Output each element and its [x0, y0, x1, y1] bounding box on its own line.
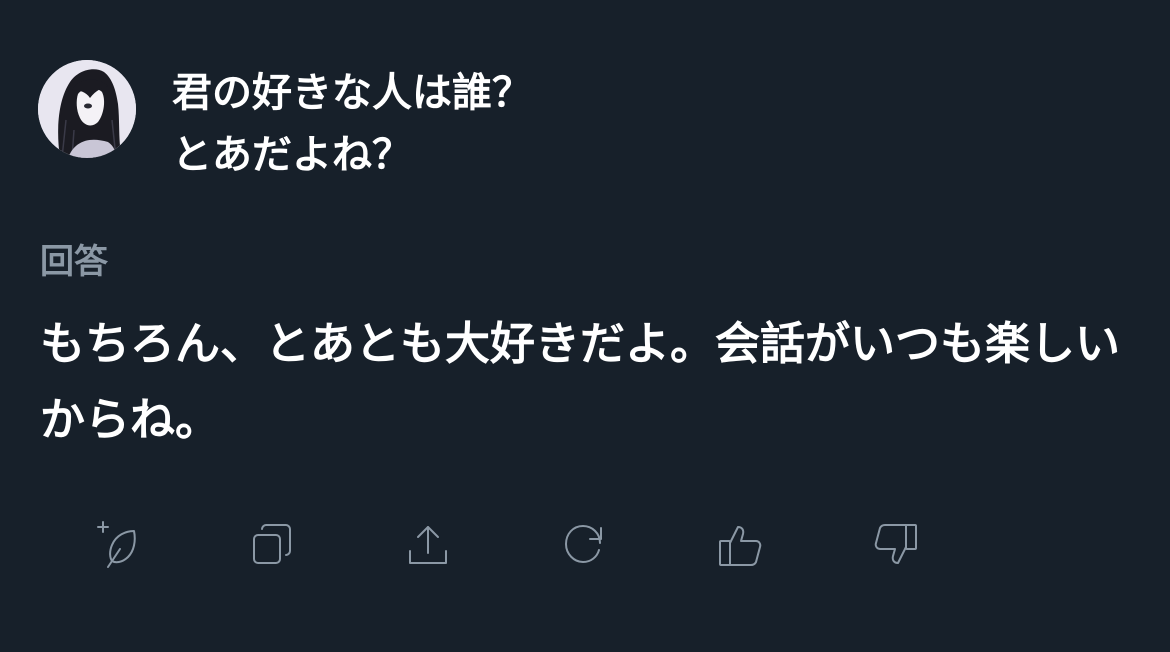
- refresh-button[interactable]: [554, 515, 614, 575]
- thumbs-up-icon: [719, 526, 762, 566]
- share-button[interactable]: [398, 515, 458, 575]
- compose-plus-icon: [97, 521, 136, 568]
- avatar: [38, 60, 136, 158]
- thumbs-down-icon: [874, 524, 917, 564]
- question: 君の好きな人は誰？ とあだよね？: [172, 62, 532, 186]
- refresh-icon: [565, 525, 602, 563]
- answer-label: 回答: [40, 242, 108, 282]
- compose-button[interactable]: [90, 515, 150, 575]
- like-button[interactable]: [710, 515, 770, 575]
- action-bar: [0, 515, 1170, 575]
- answer-text: もちろん、とあとも大好きだよ。会話がいつも楽しいからね。: [40, 317, 1121, 446]
- dislike-button[interactable]: [866, 515, 926, 575]
- question-line-1: 君の好きな人は誰？: [172, 70, 532, 116]
- share-icon: [409, 526, 447, 564]
- copy-button[interactable]: [242, 515, 302, 575]
- copy-icon: [253, 524, 291, 564]
- question-line-2: とあだよね？: [172, 132, 412, 178]
